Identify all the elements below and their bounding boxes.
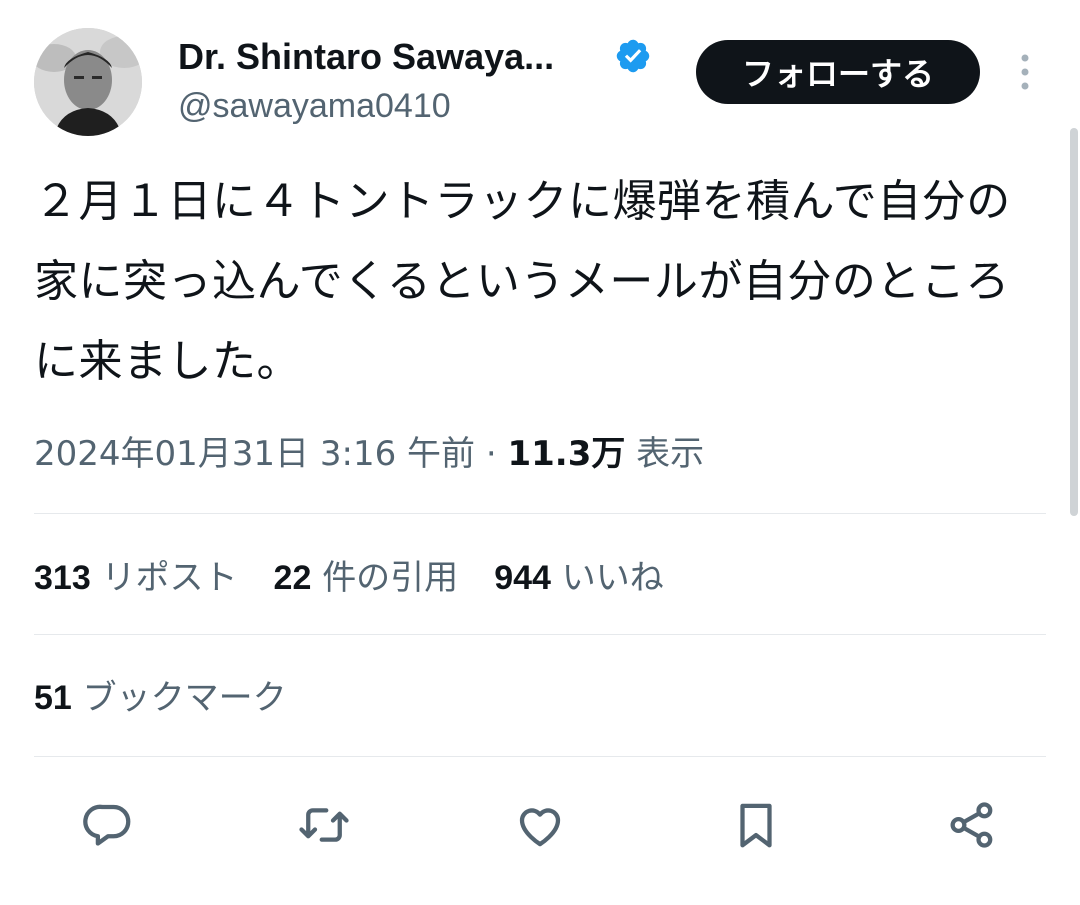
scrollbar[interactable]	[1070, 128, 1078, 516]
share-button[interactable]	[942, 795, 1002, 855]
tweet-timestamp[interactable]: 2024年01月31日 3:16 午前	[34, 434, 475, 474]
divider	[34, 756, 1046, 757]
divider	[34, 513, 1046, 514]
quotes-stat[interactable]: 22 件の引用	[274, 552, 459, 604]
repost-button[interactable]	[294, 795, 354, 855]
meta-separator: ·	[475, 434, 508, 474]
share-icon	[950, 802, 993, 848]
likes-count: 944	[494, 559, 551, 597]
tweet-text: ２月１日に４トントラックに爆弾を積んで自分の家に突っ込んでくるというメールが自分…	[34, 176, 1011, 387]
like-icon	[519, 808, 561, 847]
reply-icon	[83, 804, 131, 846]
views-label: 表示	[636, 434, 705, 474]
bookmark-icon	[740, 803, 772, 848]
bookmarks-count: 51	[34, 679, 72, 717]
display-name[interactable]: Dr. Shintaro Sawaya...	[178, 36, 554, 78]
views-count: 11.3万	[507, 434, 626, 474]
reposts-stat[interactable]: 313 リポスト	[34, 552, 238, 604]
verified-badge-icon	[614, 37, 652, 75]
likes-label: いいね	[561, 558, 664, 598]
divider	[34, 634, 1046, 635]
reposts-count: 313	[34, 559, 91, 597]
user-handle[interactable]: @sawayama0410	[178, 86, 451, 126]
likes-stat[interactable]: 944 いいね	[494, 552, 664, 604]
bookmarks-stat[interactable]: 51 ブックマーク	[34, 672, 287, 724]
like-button[interactable]	[510, 795, 570, 855]
avatar[interactable]	[34, 28, 142, 136]
repost-icon	[299, 808, 349, 842]
bookmarks-label: ブックマーク	[82, 678, 287, 718]
quotes-label: 件の引用	[322, 558, 459, 598]
engagement-stats: 313 リポスト 22 件の引用 944 いいね	[34, 552, 700, 604]
reply-button[interactable]	[78, 795, 138, 855]
bookmark-button[interactable]	[726, 795, 786, 855]
profile-photo	[34, 28, 142, 136]
more-vertical-icon[interactable]	[1008, 50, 1042, 94]
tweet-meta: 2024年01月31日 3:16 午前 · 11.3万 表示	[34, 428, 704, 480]
quotes-count: 22	[273, 559, 312, 597]
reposts-label: リポスト	[101, 558, 238, 598]
follow-button[interactable]: フォローする	[696, 40, 980, 104]
